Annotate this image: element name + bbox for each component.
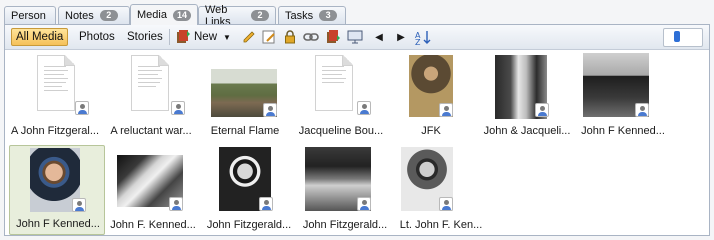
- person-link-icon: [535, 103, 549, 117]
- tab-web-links[interactable]: Web Links 2: [198, 4, 276, 28]
- person-link-icon: [635, 103, 649, 117]
- media-caption: A John Fitzgeral...: [10, 125, 100, 137]
- media-item[interactable]: Jacqueline Bou...: [293, 51, 389, 141]
- media-caption: JFK: [421, 125, 441, 137]
- svg-text:Z: Z: [415, 38, 421, 45]
- new-media-icon: [177, 30, 190, 43]
- media-caption: John F. Kenned...: [110, 219, 196, 231]
- media-caption: John F Kenned...: [16, 218, 100, 230]
- media-item[interactable]: Lt. John F. Ken...: [393, 145, 489, 235]
- dropdown-arrow-icon[interactable]: ▼: [223, 33, 231, 42]
- previous-icon[interactable]: ◀: [371, 29, 387, 45]
- next-icon[interactable]: ▶: [393, 29, 409, 45]
- document-thumbnail: [131, 55, 169, 111]
- link-icon[interactable]: [303, 29, 319, 45]
- new-label: New: [194, 31, 218, 43]
- person-link-icon: [169, 197, 183, 211]
- tab-label: Person: [11, 9, 46, 22]
- count-badge: 2: [251, 10, 269, 21]
- person-link-icon: [171, 101, 185, 115]
- person-link-icon: [72, 198, 86, 212]
- edit-properties-icon[interactable]: [261, 29, 277, 45]
- document-thumbnail: [315, 55, 353, 111]
- media-caption: John Fitzgerald...: [206, 219, 292, 231]
- person-link-icon: [357, 101, 371, 115]
- slideshow-icon[interactable]: [347, 29, 363, 45]
- count-badge: 2: [99, 10, 118, 21]
- media-caption: John Fitzgerald...: [302, 219, 388, 231]
- media-item[interactable]: JFK: [383, 51, 479, 141]
- media-caption: A reluctant war...: [110, 125, 192, 137]
- tab-tasks[interactable]: Tasks 3: [278, 6, 346, 24]
- media-toolbar: All Media Photos Stories New ▼ ◀ ▶ A Z: [5, 25, 709, 50]
- toolbar-separator: [169, 29, 170, 45]
- media-item[interactable]: John F Kenned...: [575, 51, 671, 141]
- photos-button[interactable]: Photos: [75, 28, 119, 46]
- media-item[interactable]: John F. Kenned...: [105, 145, 201, 235]
- media-caption: Lt. John F. Ken...: [399, 219, 483, 231]
- media-caption: John F Kenned...: [581, 125, 665, 137]
- media-panel: All Media Photos Stories New ▼ ◀ ▶ A Z A…: [4, 24, 710, 236]
- sort-icon[interactable]: AZ: [415, 29, 431, 45]
- media-item-selected[interactable]: John F Kenned...: [9, 145, 105, 235]
- media-item[interactable]: John Fitzgerald...: [201, 145, 297, 235]
- media-item[interactable]: John & Jacqueli...: [479, 51, 575, 141]
- tab-strip: Person Notes 2 Media 14 Web Links 2 Task…: [4, 4, 710, 28]
- book-icon[interactable]: [325, 29, 341, 45]
- count-badge: 3: [319, 10, 338, 21]
- media-item[interactable]: A John Fitzgeral...: [7, 51, 103, 141]
- person-link-icon: [263, 103, 277, 117]
- document-thumbnail: [37, 55, 75, 111]
- person-link-icon: [75, 101, 89, 115]
- media-item[interactable]: John Fitzgerald...: [297, 145, 393, 235]
- media-item[interactable]: A reluctant war...: [103, 51, 199, 141]
- stories-button[interactable]: Stories: [123, 28, 167, 46]
- zoom-slider-thumb[interactable]: [673, 31, 680, 42]
- person-link-icon: [357, 197, 371, 211]
- pencil-icon[interactable]: [241, 29, 257, 45]
- new-media-button[interactable]: New ▼: [173, 28, 235, 46]
- person-link-icon: [259, 197, 273, 211]
- media-caption: Jacqueline Bou...: [298, 125, 384, 137]
- tab-label: Media: [137, 9, 167, 21]
- tab-label: Notes: [65, 9, 94, 22]
- zoom-slider[interactable]: [663, 28, 703, 47]
- tab-label: Tasks: [285, 9, 314, 22]
- person-link-icon: [439, 197, 453, 211]
- media-item[interactable]: Eternal Flame: [197, 51, 293, 141]
- media-caption: John & Jacqueli...: [483, 125, 571, 137]
- tab-media[interactable]: Media 14: [130, 4, 198, 25]
- tab-person[interactable]: Person: [4, 6, 56, 24]
- tab-notes[interactable]: Notes 2: [58, 6, 130, 24]
- lock-icon[interactable]: [282, 29, 298, 45]
- count-badge: 14: [172, 9, 191, 21]
- all-media-button[interactable]: All Media: [11, 28, 69, 46]
- media-caption: Eternal Flame: [210, 125, 280, 137]
- person-link-icon: [439, 103, 453, 117]
